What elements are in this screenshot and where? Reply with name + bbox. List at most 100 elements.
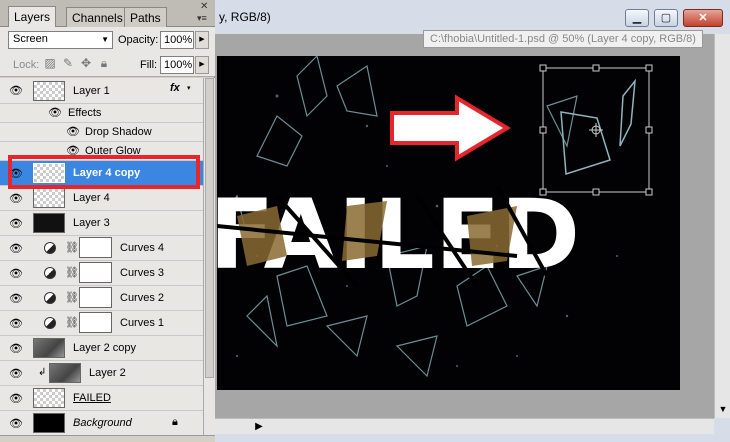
vertical-scrollbar[interactable]: ▼ (714, 34, 730, 418)
visibility-eye-icon[interactable]: 👁︎ (9, 418, 23, 430)
move-lock-icon[interactable]: ✥ (78, 56, 94, 72)
layer-mask-thumbnail[interactable] (79, 262, 112, 283)
fill-slider-button[interactable]: ▶ (195, 56, 209, 74)
visibility-eye-icon[interactable]: 👁︎ (66, 145, 80, 157)
layer-thumbnail (33, 413, 65, 433)
tab-paths[interactable]: Paths (124, 7, 167, 27)
chevron-down-icon: ▼ (101, 35, 109, 44)
panel-bottom-bar (0, 435, 215, 442)
layer-name: Curves 3 (120, 267, 165, 279)
red-arrow-icon (390, 94, 511, 162)
brush-lock-icon[interactable]: ✎ (60, 56, 76, 72)
opacity-input[interactable]: 100% (160, 31, 194, 49)
curves-adjustment-icon (44, 292, 56, 304)
layer-thumbnail (33, 213, 65, 233)
minimize-icon: ▁ (632, 12, 642, 24)
fill-label: Fill: (140, 59, 158, 71)
effect-row-drop-shadow[interactable]: 👁︎ Drop Shadow (0, 123, 203, 142)
blend-mode-select[interactable]: Screen ▼ (8, 31, 113, 49)
layer-row-curves-3[interactable]: 👁︎ ⛓ Curves 3 (0, 261, 203, 286)
scroll-right-arrow-icon[interactable]: ▶ (252, 420, 266, 434)
effect-row-outer-glow[interactable]: 👁︎ Outer Glow (0, 142, 203, 161)
tab-layers[interactable]: Layers (8, 6, 57, 27)
lock-row: Lock: ▨ ✎ ✥ 🔒︎ Fill: 100% ▶ (0, 52, 215, 77)
layer-list: 👁︎ Layer 1 fx ▾ 👁︎ Effects 👁︎ Drop Shado… (0, 78, 203, 435)
restore-button[interactable]: ▢ (654, 9, 678, 27)
artwork[interactable]: FAILED (217, 56, 680, 390)
document-window: y, RGB/8) ▁ ▢ ✕ FAILED C:\fhobia\Untitle… (200, 0, 730, 442)
link-chain-icon[interactable]: ⛓ (65, 241, 79, 254)
close-button[interactable]: ✕ (683, 9, 723, 27)
visibility-eye-icon[interactable]: 👁︎ (9, 85, 23, 97)
visibility-eye-icon[interactable]: 👁︎ (9, 343, 23, 355)
transparency-lock-icon[interactable]: ▨ (42, 56, 58, 72)
opacity-slider-button[interactable]: ▶ (195, 31, 209, 49)
visibility-eye-icon[interactable]: 👁︎ (9, 293, 23, 305)
layer-name: Layer 3 (73, 217, 110, 229)
layers-panel: Layers Channels Paths ✕ ▾≡ Screen ▼ Opac… (0, 0, 215, 442)
restore-icon: ▢ (660, 12, 672, 24)
tab-channels[interactable]: Channels (66, 7, 129, 27)
visibility-eye-icon[interactable]: 👁︎ (9, 193, 23, 205)
visibility-eye-icon[interactable]: 👁︎ (48, 107, 62, 119)
curves-adjustment-icon (44, 317, 56, 329)
visibility-eye-icon[interactable]: 👁︎ (9, 368, 23, 380)
expand-effects-icon[interactable]: ▾ (187, 84, 191, 92)
canvas-area[interactable]: FAILED (202, 34, 714, 418)
blend-options-row: Screen ▼ Opacity: 100% ▶ (0, 27, 215, 52)
layer-row-curves-1[interactable]: 👁︎ ⛓ Curves 1 (0, 311, 203, 336)
curves-adjustment-icon (44, 242, 56, 254)
visibility-eye-icon[interactable]: 👁︎ (9, 268, 23, 280)
artwork-graphic: FAILED (217, 56, 653, 378)
blend-mode-value: Screen (13, 33, 48, 45)
layer-mask-thumbnail[interactable] (79, 312, 112, 333)
horizontal-scrollbar[interactable]: ▶ (202, 418, 714, 434)
link-chain-icon[interactable]: ⛓ (65, 266, 79, 279)
transform-bounding-box[interactable] (539, 64, 653, 196)
layer-effects-header[interactable]: 👁︎ Effects (0, 104, 203, 123)
layer-row-layer-2[interactable]: 👁︎ ↲ Layer 2 (0, 361, 203, 386)
panel-close-icon[interactable]: ✕ (200, 1, 208, 12)
panel-tab-bar: Layers Channels Paths ✕ ▾≡ (0, 0, 215, 27)
layer-row-curves-2[interactable]: 👁︎ ⛓ Curves 2 (0, 286, 203, 311)
layer-row-failed[interactable]: 👁︎ FAILED (0, 386, 203, 411)
layer-name: Curves 4 (120, 242, 165, 254)
layer-row-layer-4-copy[interactable]: 👁︎ Layer 4 copy (0, 161, 203, 186)
visibility-eye-icon[interactable]: 👁︎ (9, 318, 23, 330)
layer-mask-thumbnail[interactable] (79, 287, 112, 308)
layer-row-layer-3[interactable]: 👁︎ Layer 3 (0, 211, 203, 236)
visibility-eye-icon[interactable]: 👁︎ (9, 243, 23, 255)
visibility-eye-icon[interactable]: 👁︎ (9, 218, 23, 230)
fill-input[interactable]: 100% (160, 56, 194, 74)
scrollbar-thumb[interactable] (205, 78, 214, 378)
document-path-tooltip: C:\fhobia\Untitled-1.psd @ 50% (Layer 4 … (423, 30, 703, 48)
layer-row-background[interactable]: 👁︎ Background 🔒︎ (0, 411, 203, 435)
scroll-down-arrow-icon[interactable]: ▼ (716, 402, 730, 416)
layer-mask-thumbnail[interactable] (79, 237, 112, 258)
layer-name: Curves 1 (120, 317, 165, 329)
effect-name: Outer Glow (85, 145, 141, 157)
link-chain-icon[interactable]: ⛓ (65, 316, 79, 329)
layer-row-layer-2-copy[interactable]: 👁︎ Layer 2 copy (0, 336, 203, 361)
layer-row-curves-4[interactable]: 👁︎ ⛓ Curves 4 (0, 236, 203, 261)
layer-name: Background (73, 417, 132, 429)
visibility-eye-icon[interactable]: 👁︎ (9, 168, 23, 180)
visibility-eye-icon[interactable]: 👁︎ (9, 393, 23, 405)
layer-thumbnail (33, 338, 65, 358)
layer-name: FAILED (73, 392, 111, 404)
layer-name: Layer 2 (89, 367, 126, 379)
minimize-button[interactable]: ▁ (625, 9, 649, 27)
layer-row-layer-4[interactable]: 👁︎ Layer 4 (0, 186, 203, 211)
panel-scrollbar[interactable] (203, 78, 215, 435)
effects-label: Effects (68, 107, 102, 119)
layer-thumbnail (33, 163, 65, 183)
fx-icon[interactable]: fx (170, 82, 180, 94)
clipping-mask-arrow-icon: ↲ (38, 367, 47, 378)
layer-row-layer-1[interactable]: 👁︎ Layer 1 fx ▾ (0, 78, 203, 104)
panel-menu-icon[interactable]: ▾≡ (197, 13, 207, 24)
layer-thumbnail (49, 363, 81, 383)
visibility-eye-icon[interactable]: 👁︎ (66, 126, 80, 138)
lock-all-icon[interactable]: 🔒︎ (96, 56, 112, 72)
layer-name: Layer 2 copy (73, 342, 136, 354)
link-chain-icon[interactable]: ⛓ (65, 291, 79, 304)
